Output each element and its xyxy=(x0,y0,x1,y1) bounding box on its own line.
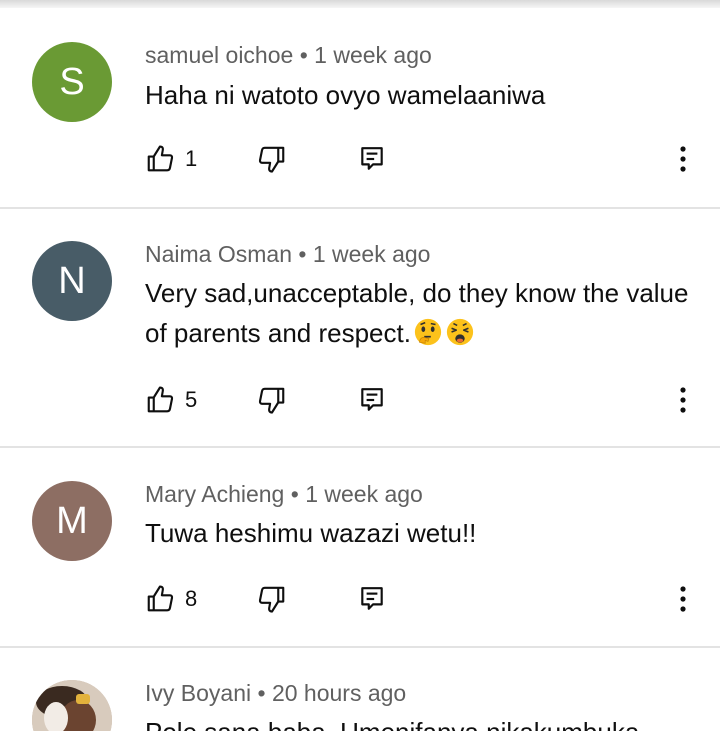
reply-button[interactable] xyxy=(359,382,385,418)
dislike-button[interactable] xyxy=(257,581,287,617)
avatar-letter: N xyxy=(58,259,86,302)
avatar[interactable] xyxy=(32,680,112,731)
comment-actions: 8 xyxy=(0,581,720,617)
comment-author[interactable]: samuel oichoe xyxy=(145,42,293,68)
reply-button[interactable] xyxy=(359,581,385,617)
avatar[interactable]: S xyxy=(32,42,112,122)
comment-time: 1 week ago xyxy=(305,481,423,507)
like-count: 5 xyxy=(185,387,198,412)
comment-text: Pole sana baba. Umenifanya nikakumbuka xyxy=(145,712,690,731)
meta-separator: • xyxy=(293,42,315,68)
comment-text: Haha ni watoto ovyo wamelaaniwa xyxy=(145,75,690,115)
reply-icon xyxy=(361,587,383,610)
comment-text: Tuwa heshimu wazazi wetu!! xyxy=(145,513,690,553)
thumbs-down-icon xyxy=(258,586,285,613)
comment-author[interactable]: Ivy Boyani xyxy=(145,680,251,706)
thumbs-up-icon xyxy=(147,145,174,172)
comment-item: Ivy Boyani • 20 hours ago Pole sana baba… xyxy=(0,648,720,731)
comment-meta: samuel oichoe • 1 week ago xyxy=(145,42,432,69)
weary-face-icon xyxy=(446,318,474,346)
avatar[interactable]: M xyxy=(32,481,112,561)
comment-item: S samuel oichoe • 1 week ago Haha ni wat… xyxy=(0,0,720,208)
comment-time: 1 week ago xyxy=(314,42,432,68)
meta-separator: • xyxy=(284,481,306,507)
meta-separator: • xyxy=(291,241,313,267)
avatar-letter: S xyxy=(59,60,85,103)
reply-icon xyxy=(361,147,383,170)
comment-time: 1 week ago xyxy=(312,241,431,267)
like-count: 1 xyxy=(185,146,198,171)
dislike-button[interactable] xyxy=(257,382,287,418)
comment-body: Pole sana baba. Umenifanya nikakumbuka xyxy=(145,717,639,731)
comment-item: N Naima Osman • 1 week ago Very sad,unac… xyxy=(0,209,720,447)
comment-meta: Mary Achieng • 1 week ago xyxy=(145,481,423,508)
comment-meta: Ivy Boyani • 20 hours ago xyxy=(145,680,406,707)
like-count: 8 xyxy=(185,586,198,611)
comment-author[interactable]: Mary Achieng xyxy=(145,481,284,507)
comment-meta: Naima Osman • 1 week ago xyxy=(145,241,430,268)
more-vert-icon xyxy=(680,387,686,413)
like-button[interactable]: 1 xyxy=(145,141,197,177)
comment-time: 20 hours ago xyxy=(271,680,407,706)
thumbs-down-icon xyxy=(258,387,285,414)
reply-button[interactable] xyxy=(359,141,385,177)
thumbs-up-icon xyxy=(147,585,174,612)
more-options-button[interactable] xyxy=(668,581,698,617)
like-button[interactable]: 8 xyxy=(145,581,197,617)
more-vert-icon xyxy=(680,586,686,612)
thumbs-down-icon xyxy=(258,146,285,173)
avatar[interactable]: N xyxy=(32,241,112,321)
more-vert-icon xyxy=(680,146,686,172)
meta-separator: • xyxy=(251,680,272,706)
dislike-button[interactable] xyxy=(257,141,287,177)
comment-actions: 5 xyxy=(0,382,720,418)
more-options-button[interactable] xyxy=(668,141,698,177)
comment-author[interactable]: Naima Osman xyxy=(145,241,292,267)
thinking-face-icon xyxy=(414,318,442,346)
comment-item: M Mary Achieng • 1 week ago Tuwa heshimu… xyxy=(0,448,720,646)
avatar-letter: M xyxy=(56,499,88,542)
comment-body: Tuwa heshimu wazazi wetu!! xyxy=(145,518,477,548)
comment-actions: 1 xyxy=(0,141,720,177)
more-options-button[interactable] xyxy=(668,382,698,418)
like-button[interactable]: 5 xyxy=(145,382,197,418)
comment-body: Haha ni watoto ovyo wamelaaniwa xyxy=(145,80,546,110)
comment-text: Very sad,unacceptable, do they know the … xyxy=(145,273,690,353)
thumbs-up-icon xyxy=(147,386,174,413)
profile-photo-image xyxy=(32,680,112,731)
reply-icon xyxy=(361,388,383,411)
